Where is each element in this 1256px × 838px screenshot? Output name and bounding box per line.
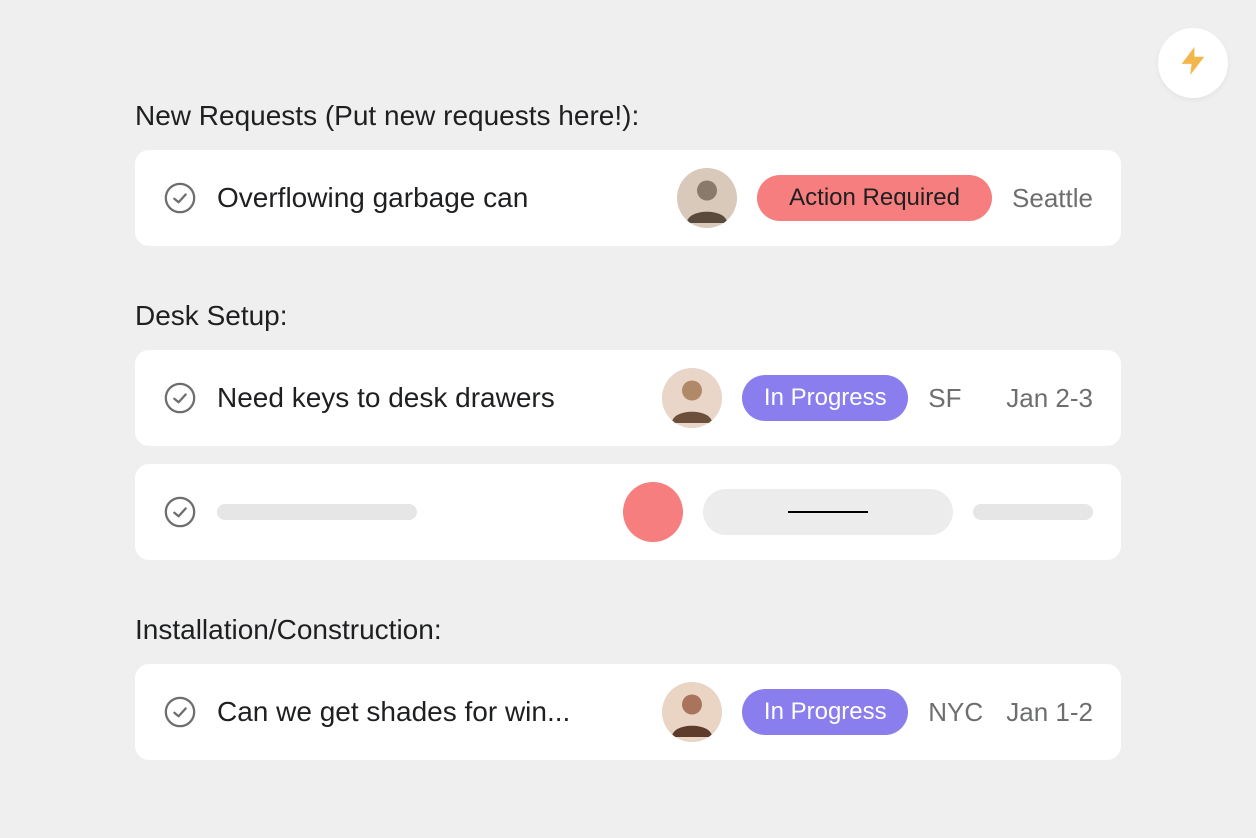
check-icon[interactable] <box>163 381 197 415</box>
check-icon[interactable] <box>163 495 197 529</box>
section-title: Desk Setup: <box>135 300 1121 332</box>
section-desk-setup: Desk Setup: Need keys to desk drawers In… <box>135 300 1121 560</box>
status-placeholder <box>703 489 953 535</box>
status-badge[interactable]: Action Required <box>757 175 992 221</box>
task-title: Need keys to desk drawers <box>217 382 642 414</box>
status-badge[interactable]: In Progress <box>742 375 908 421</box>
section-installation: Installation/Construction: Can we get sh… <box>135 614 1121 760</box>
section-title: Installation/Construction: <box>135 614 1121 646</box>
task-date: Jan 1-2 <box>1006 697 1093 728</box>
task-location: SF <box>928 383 986 414</box>
task-location: NYC <box>928 697 986 728</box>
placeholder-title <box>217 504 417 520</box>
task-location: Seattle <box>1012 183 1093 214</box>
section-title: New Requests (Put new requests here!): <box>135 100 1121 132</box>
task-row[interactable]: Can we get shades for win... In Progress… <box>135 664 1121 760</box>
avatar[interactable] <box>662 682 722 742</box>
lightning-fab[interactable] <box>1158 28 1228 98</box>
task-row-placeholder[interactable] <box>135 464 1121 560</box>
task-row[interactable]: Need keys to desk drawers In Progress SF… <box>135 350 1121 446</box>
task-title: Can we get shades for win... <box>217 696 642 728</box>
task-row[interactable]: Overflowing garbage can Action Required … <box>135 150 1121 246</box>
avatar[interactable] <box>662 368 722 428</box>
placeholder-meta <box>973 504 1093 520</box>
status-badge[interactable]: In Progress <box>742 689 908 735</box>
avatar-placeholder[interactable] <box>623 482 683 542</box>
task-title: Overflowing garbage can <box>217 182 657 214</box>
avatar[interactable] <box>677 168 737 228</box>
check-icon[interactable] <box>163 181 197 215</box>
check-icon[interactable] <box>163 695 197 729</box>
section-new-requests: New Requests (Put new requests here!): O… <box>135 100 1121 246</box>
placeholder-line <box>788 511 868 513</box>
task-date: Jan 2-3 <box>1006 383 1093 414</box>
bolt-icon <box>1176 44 1210 83</box>
